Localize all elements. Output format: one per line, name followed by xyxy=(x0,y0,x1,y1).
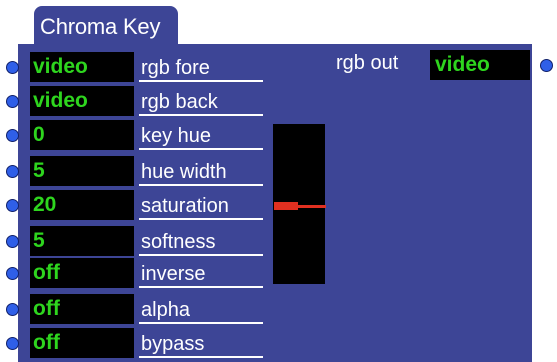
input-port[interactable] xyxy=(6,235,19,248)
input-value-2[interactable]: 0 xyxy=(30,120,134,150)
input-underline xyxy=(139,254,263,256)
input-value-7[interactable]: off xyxy=(30,294,134,324)
input-port[interactable] xyxy=(6,267,19,280)
rgb-out-label: rgb out xyxy=(336,52,399,74)
input-underline xyxy=(139,184,263,186)
input-underline xyxy=(139,322,263,324)
input-underline xyxy=(139,356,263,358)
input-label-4: saturation xyxy=(141,195,229,217)
rgb-out-port[interactable] xyxy=(540,59,553,72)
input-underline xyxy=(139,218,263,220)
input-label-8: bypass xyxy=(141,333,205,355)
input-port[interactable] xyxy=(6,337,19,350)
input-value-0[interactable]: video xyxy=(30,52,134,82)
input-underline xyxy=(139,148,263,150)
input-port[interactable] xyxy=(6,129,19,142)
input-port[interactable] xyxy=(6,61,19,74)
input-underline xyxy=(139,286,263,288)
input-underline xyxy=(139,114,263,116)
input-label-3: hue width xyxy=(141,161,227,183)
input-port[interactable] xyxy=(6,303,19,316)
rgb-out-value[interactable]: video xyxy=(430,50,530,80)
input-label-6: inverse xyxy=(141,263,206,285)
input-value-1[interactable]: video xyxy=(30,86,134,116)
actor-title: Chroma Key xyxy=(40,14,161,39)
input-port[interactable] xyxy=(6,199,19,212)
actor-title-tab[interactable]: Chroma Key xyxy=(34,6,178,44)
input-port[interactable] xyxy=(6,95,19,108)
input-value-8[interactable]: off xyxy=(30,328,134,358)
input-value-4[interactable]: 20 xyxy=(30,190,134,220)
input-port[interactable] xyxy=(6,165,19,178)
input-value-5[interactable]: 5 xyxy=(30,226,134,256)
input-label-2: key hue xyxy=(141,125,212,147)
input-value-6[interactable]: off xyxy=(30,258,134,288)
input-label-0: rgb fore xyxy=(141,57,210,79)
saturation-slider-handle[interactable] xyxy=(274,202,326,210)
input-label-1: rgb back xyxy=(141,91,218,113)
input-underline xyxy=(139,80,263,82)
input-value-3[interactable]: 5 xyxy=(30,156,134,186)
input-label-5: softness xyxy=(141,231,216,253)
input-label-7: alpha xyxy=(141,299,190,321)
